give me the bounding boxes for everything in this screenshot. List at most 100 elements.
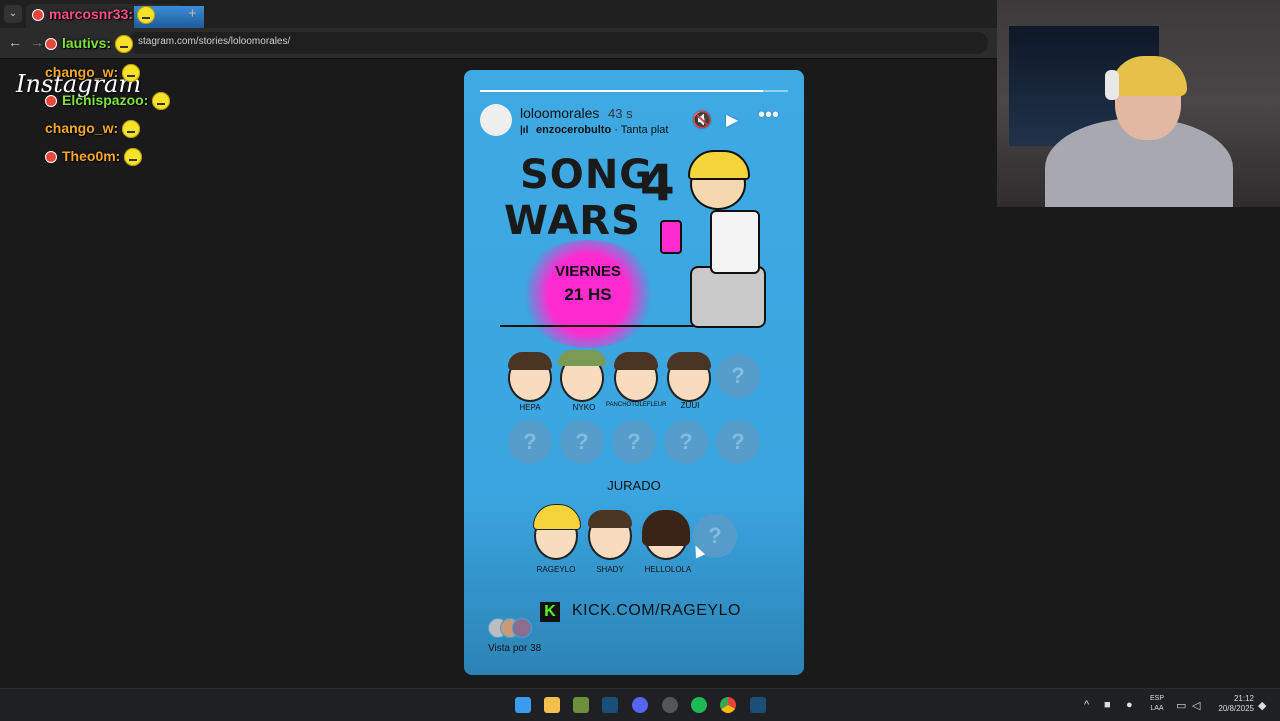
- forward-arrow-icon[interactable]: →: [30, 34, 44, 50]
- participant-name: PANCHOTOLEFLEUR: [606, 402, 667, 408]
- language-indicator[interactable]: ESP LAA: [1150, 694, 1164, 714]
- unknown-participant: ?: [560, 420, 604, 464]
- music-artist: enzocerobulto: [536, 124, 612, 136]
- volume-icon[interactable]: ◁: [1192, 699, 1200, 712]
- windows-taskbar: ^ ■ ● ESP LAA ▭ ◁ 21:12 20/8/2025 ◆: [0, 688, 1280, 721]
- unknown-participant: ?: [716, 354, 760, 398]
- chat-username: chango_w:: [45, 64, 119, 80]
- poster-title-wars: WARS: [504, 198, 641, 244]
- language-code: ESP: [1150, 695, 1165, 702]
- tray-chevron-icon[interactable]: ^: [1084, 699, 1089, 711]
- event-day: VIERNES: [555, 263, 621, 280]
- system-clock[interactable]: 21:12 20/8/2025: [1212, 694, 1254, 714]
- story-progress-bar: [480, 90, 788, 92]
- emote-icon: [115, 35, 134, 54]
- unknown-participant: ?: [716, 420, 760, 464]
- jury-name: SHADY: [596, 565, 624, 574]
- microphone-icon[interactable]: ●: [1126, 699, 1133, 711]
- viewer-avatars[interactable]: [488, 618, 538, 638]
- participant-name: HEPA: [519, 403, 541, 412]
- windows-start-icon[interactable]: [515, 697, 531, 713]
- unknown-participant: ?: [508, 420, 552, 464]
- chat-message: chango_w:: [45, 120, 141, 139]
- network-icon[interactable]: ▭: [1176, 699, 1186, 712]
- emote-icon: [137, 6, 156, 25]
- tab-list-button[interactable]: ⌄: [4, 5, 22, 23]
- chrome-icon[interactable]: [720, 697, 736, 713]
- spotify-icon[interactable]: [691, 697, 707, 713]
- url-text: stagram.com/stories/loloomorales/: [138, 36, 291, 47]
- chat-badge-icon: [45, 151, 57, 164]
- participant-avatar: [558, 350, 606, 402]
- play-icon[interactable]: ▶: [726, 110, 738, 130]
- instagram-story[interactable]: loloomorales 43 s |ıl enzocerobulto · Ta…: [464, 70, 804, 675]
- steam-icon[interactable]: [602, 697, 618, 713]
- event-time: 21 HS: [564, 285, 612, 304]
- webcam-feed: [997, 0, 1280, 207]
- poster-title-song: SONG: [520, 152, 654, 198]
- mascot-beanie: [688, 150, 750, 180]
- participant-name: NYKO: [572, 403, 596, 412]
- clock-date: 20/8/2025: [1218, 704, 1254, 713]
- chat-message: lautivs:: [45, 35, 134, 54]
- chat-username: Elchispazoo:: [62, 92, 149, 108]
- chat-badge-icon: [45, 95, 57, 108]
- jury-avatar: [533, 504, 581, 560]
- poster-title-number: 4: [640, 154, 676, 212]
- address-bar[interactable]: stagram.com/stories/loloomorales/: [128, 32, 988, 54]
- music-bars-icon: |ıl: [520, 125, 529, 136]
- mute-icon[interactable]: 🔇: [692, 110, 712, 130]
- chat-badge-icon: [32, 9, 44, 22]
- steam-icon[interactable]: [750, 697, 766, 713]
- emote-icon: [124, 148, 143, 167]
- mascot-shirt: [710, 210, 760, 274]
- jury-name: RAGEYLO: [536, 565, 576, 574]
- chat-message: marcosnr33:: [32, 6, 156, 25]
- story-time: 43 s: [608, 106, 633, 121]
- chat-username: chango_w:: [45, 120, 119, 136]
- file-explorer-icon[interactable]: [544, 697, 560, 713]
- discord-icon[interactable]: [632, 697, 648, 713]
- story-music[interactable]: enzocerobulto · Tanta plat: [536, 124, 676, 136]
- spray-can-icon: [660, 220, 682, 254]
- chat-username: lautivs:: [62, 35, 112, 51]
- emote-icon: [152, 92, 171, 111]
- jury-name: HELLOLOLA: [644, 565, 692, 574]
- viewer-avatar: [512, 618, 532, 638]
- more-options-icon[interactable]: •••: [758, 104, 779, 127]
- story-progress-fill: [480, 90, 764, 92]
- emote-icon: [122, 120, 141, 139]
- story-username[interactable]: loloomorales: [520, 105, 599, 121]
- minecraft-icon[interactable]: [573, 697, 589, 713]
- chat-message: chango_w:: [45, 64, 141, 83]
- notification-icon[interactable]: ◆: [1258, 699, 1266, 712]
- unknown-participant: ?: [664, 420, 708, 464]
- participant-avatar: [508, 352, 552, 402]
- kick-url: KICK.COM/RAGEYLO: [572, 602, 741, 619]
- jury-avatar: [588, 510, 632, 560]
- participant-avatar: [614, 352, 658, 402]
- emote-icon: [122, 64, 141, 83]
- kick-logo-icon: K: [540, 602, 560, 622]
- chat-badge-icon: [45, 38, 57, 51]
- viewers-count[interactable]: Vista por 38: [488, 643, 541, 654]
- clock-time: 21:12: [1233, 694, 1254, 703]
- jury-avatar: [642, 510, 690, 560]
- new-tab-plus-icon[interactable]: +: [188, 5, 197, 22]
- jury-label: JURADO: [607, 478, 661, 493]
- chat-message: Theo0m:: [45, 148, 143, 167]
- tray-app-icon[interactable]: ■: [1104, 699, 1111, 711]
- music-track: Tanta plat: [620, 124, 669, 136]
- chat-message: Elchispazoo:: [45, 92, 171, 111]
- headset-icon: [1105, 70, 1119, 100]
- chat-username: Theo0m:: [62, 148, 121, 164]
- chat-username: marcosnr33:: [49, 6, 134, 22]
- back-arrow-icon[interactable]: ←: [8, 34, 22, 50]
- keyboard-layout: LAA: [1150, 705, 1164, 712]
- participant-name: ZUUI: [680, 401, 700, 410]
- unknown-participant: ?: [612, 420, 656, 464]
- mascot-illustration: [690, 266, 766, 328]
- story-avatar[interactable]: [480, 104, 512, 136]
- obs-icon[interactable]: [662, 697, 678, 713]
- participant-avatar: [667, 352, 711, 402]
